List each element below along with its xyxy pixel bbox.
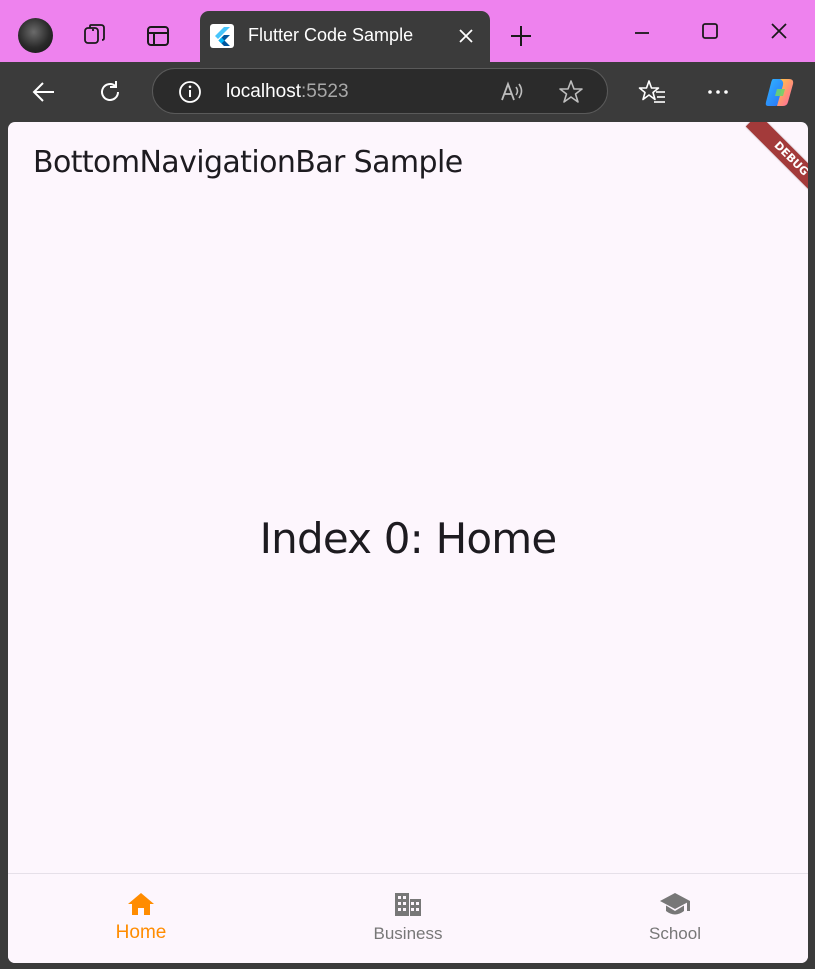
selected-index-text: Index 0: Home <box>259 514 558 563</box>
favorites-icon[interactable] <box>638 78 666 106</box>
home-icon <box>128 893 154 915</box>
refresh-icon[interactable] <box>96 78 124 106</box>
browser-titlebar: Flutter Code Sample <box>0 0 815 62</box>
vertical-tabs-icon[interactable] <box>145 24 171 48</box>
debug-banner: DEBUG <box>745 122 808 205</box>
site-info-icon[interactable] <box>177 79 203 105</box>
browser-tab[interactable]: Flutter Code Sample <box>200 11 490 62</box>
close-window-icon[interactable] <box>767 19 791 43</box>
copilot-icon[interactable] <box>763 75 797 109</box>
tab-title: Flutter Code Sample <box>248 25 414 45</box>
school-icon <box>660 893 690 915</box>
profile-avatar[interactable] <box>18 18 53 53</box>
workspaces-icon[interactable] <box>82 22 108 48</box>
more-options-icon[interactable] <box>704 78 732 106</box>
flutter-favicon-icon <box>210 24 234 48</box>
appbar-title: BottomNavigationBar Sample <box>33 145 463 180</box>
nav-item-school[interactable]: School <box>542 874 808 963</box>
flutter-app: BottomNavigationBar Sample DEBUG Index 0… <box>8 122 808 963</box>
back-icon[interactable] <box>30 78 58 106</box>
business-icon <box>395 893 421 916</box>
nav-item-home[interactable]: Home <box>8 874 274 963</box>
read-aloud-icon[interactable] <box>499 79 525 105</box>
url-text: localhost:5523 <box>226 81 349 103</box>
address-bar[interactable]: localhost:5523 <box>152 68 608 114</box>
nav-label-home: Home <box>115 922 167 943</box>
minimize-icon[interactable] <box>630 18 654 42</box>
maximize-icon[interactable] <box>698 19 722 43</box>
bottom-navigation-bar: Home Business School <box>8 873 808 963</box>
url-host: localhost <box>226 81 301 102</box>
nav-label-business: Business <box>373 924 443 943</box>
url-port: :5523 <box>301 81 349 102</box>
new-tab-icon[interactable] <box>508 23 534 49</box>
nav-item-business[interactable]: Business <box>275 874 541 963</box>
favorite-star-icon[interactable] <box>558 79 584 105</box>
close-tab-icon[interactable] <box>454 24 478 48</box>
browser-toolbar: localhost:5523 <box>0 62 815 122</box>
nav-label-school: School <box>649 924 701 943</box>
